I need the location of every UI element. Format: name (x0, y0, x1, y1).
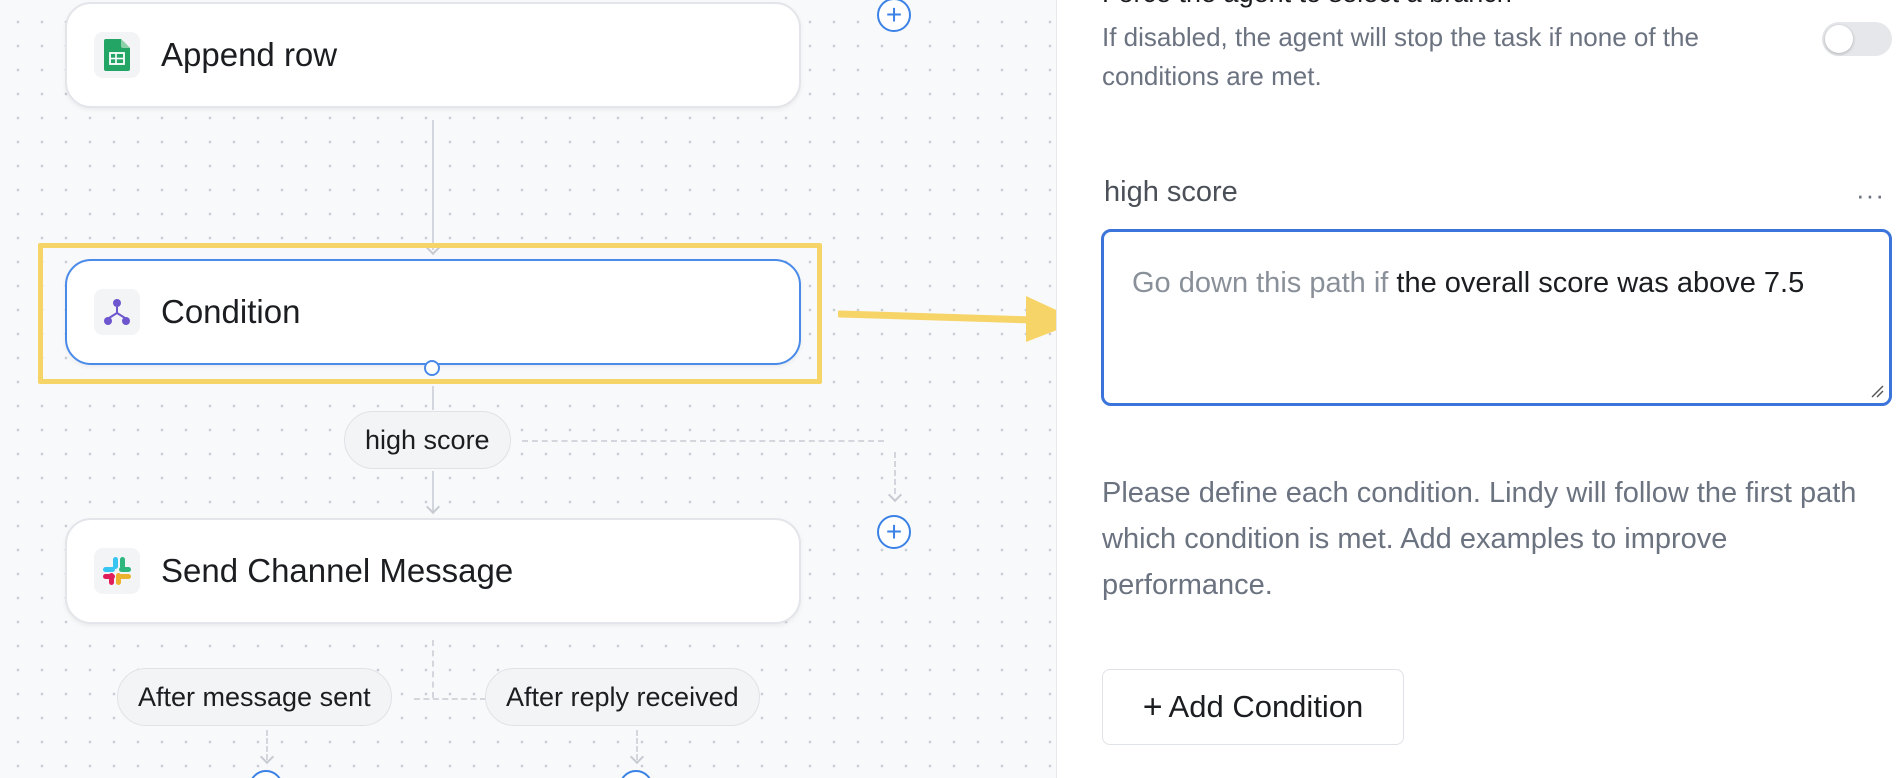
panel-divider (1056, 0, 1057, 778)
condition-value: the overall score was above 7.5 (1396, 267, 1805, 299)
force-branch-description: If disabled, the agent will stop the tas… (1102, 22, 1699, 91)
force-branch-title: Force the agent to select a branch (1102, 0, 1512, 9)
add-step-button[interactable]: + (877, 515, 911, 549)
node-append-row[interactable]: Append row (65, 2, 801, 108)
condition-name: high score (1104, 176, 1238, 208)
toggle-knob (1825, 25, 1853, 53)
node-title: Append row (161, 36, 338, 73)
condition-textarea[interactable]: Go down this path if the overall score w… (1101, 229, 1892, 406)
trigger-label: After reply received (506, 681, 739, 712)
resize-handle-icon[interactable] (1870, 384, 1884, 398)
connector-arrow (629, 749, 645, 765)
annotation-arrow-icon (838, 296, 1057, 342)
connector-line (432, 120, 434, 250)
force-branch-toggle[interactable] (1822, 22, 1892, 56)
google-sheets-icon (94, 32, 140, 78)
connector-line (414, 698, 486, 700)
plus-icon: + (885, 516, 903, 547)
node-send-channel-message[interactable]: Send Channel Message (65, 518, 801, 624)
node-title: Send Channel Message (161, 552, 514, 589)
plus-icon: + (1142, 687, 1163, 726)
connector-line (432, 640, 434, 698)
add-step-button[interactable]: + (877, 0, 911, 32)
connector-line (432, 386, 434, 410)
add-condition-label: Add Condition (1168, 689, 1364, 724)
trigger-after-message-sent[interactable]: After message sent (117, 668, 392, 726)
trigger-label: After message sent (138, 681, 371, 712)
branch-label-high-score[interactable]: high score (344, 411, 511, 469)
trigger-after-reply-received[interactable]: After reply received (485, 668, 760, 726)
add-step-button[interactable] (619, 770, 653, 778)
connector-arrow (425, 499, 441, 515)
workflow-canvas[interactable]: Append row Condition high score Send Cha… (0, 0, 1057, 778)
branch-label-text: high score (365, 424, 490, 455)
plus-icon: + (885, 0, 903, 30)
else-branch-line (522, 440, 884, 442)
connector-arrow (259, 749, 275, 765)
condition-help-text: Please define each condition. Lindy will… (1102, 477, 1857, 601)
add-step-button[interactable] (249, 770, 283, 778)
add-condition-button[interactable]: + Add Condition (1102, 669, 1404, 745)
selection-highlight (38, 243, 822, 384)
more-options-icon[interactable]: ··· (1856, 180, 1885, 211)
else-branch-arrow (887, 487, 903, 503)
condition-prefix: Go down this path if (1132, 267, 1389, 299)
slack-icon (94, 548, 140, 594)
